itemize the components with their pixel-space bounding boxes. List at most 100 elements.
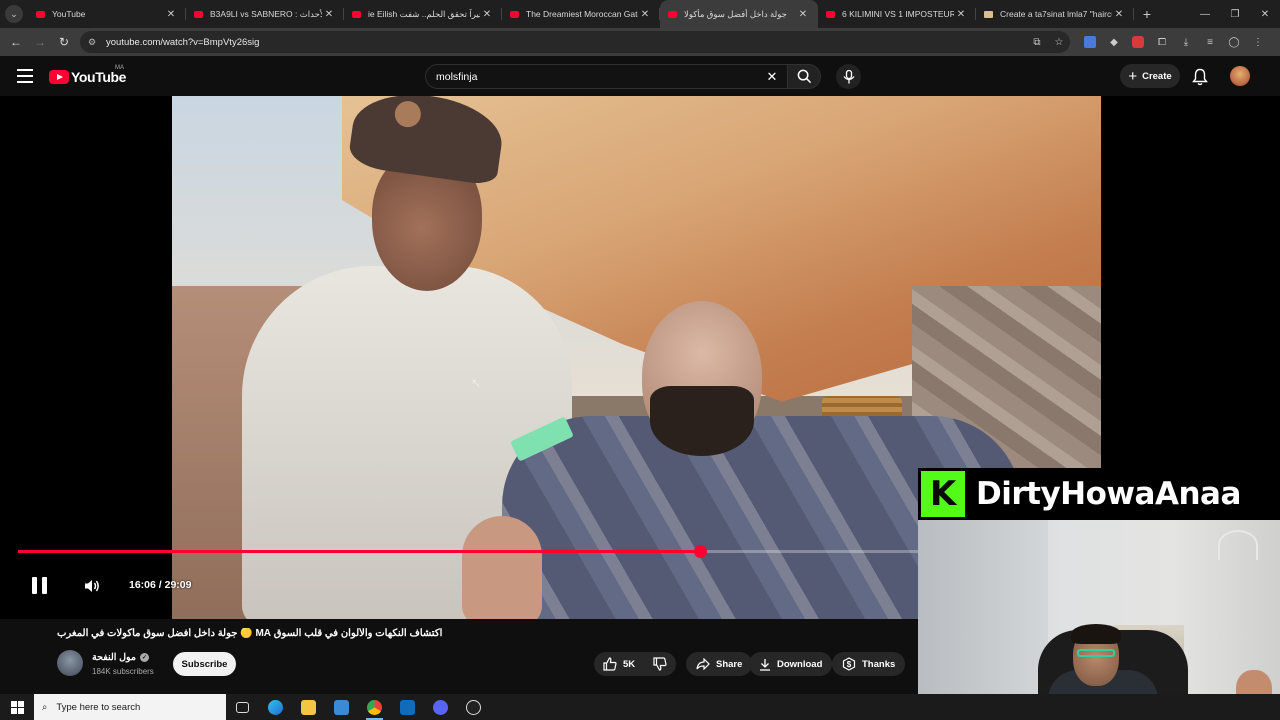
download-button[interactable]: Download [749, 652, 833, 676]
task-view-icon[interactable] [226, 694, 259, 720]
outlook-icon[interactable] [391, 694, 424, 720]
browser-tab[interactable]: 6 KILIMINI VS 1 IMPOSTEUR - Y✕ [818, 0, 976, 28]
create-button[interactable]: + Create [1120, 64, 1180, 88]
youtube-logo-text: YouTube [71, 69, 127, 85]
windows-taskbar: ⌕ Type here to search [0, 694, 1280, 720]
search-input[interactable]: molsfinja ✕ [425, 64, 787, 89]
puzzle-extensions-icon[interactable]: ⧠ [1150, 28, 1174, 56]
forward-button[interactable]: → [28, 28, 52, 56]
share-label: Share [716, 658, 743, 670]
bookmark-star-icon[interactable]: ☆ [1048, 37, 1070, 48]
youtube-logo[interactable]: YouTube MA [49, 65, 127, 85]
mouse-cursor-icon: ↖ [471, 376, 482, 390]
svg-text:$: $ [847, 660, 852, 669]
thumbs-up-icon [603, 657, 617, 671]
tab-title: The Dreamiest Moroccan Gate [526, 9, 638, 19]
download-label: Download [777, 658, 823, 670]
browser-tab[interactable]: YouTube ✕ [28, 0, 186, 28]
close-tab-icon[interactable]: ✕ [480, 9, 494, 20]
search-button[interactable] [787, 64, 821, 89]
youtube-header: YouTube MA molsfinja ✕ + Create [0, 56, 1280, 96]
dislike-button[interactable] [644, 652, 676, 676]
tab-list: YouTube✕B3A9LI vs SABNERO : ج للأحداث✕ie… [28, 0, 1134, 28]
install-app-icon[interactable]: ⧉ [1026, 37, 1048, 48]
start-button[interactable] [0, 694, 34, 720]
discord-icon[interactable] [424, 694, 457, 720]
close-tab-icon[interactable]: ✕ [638, 9, 652, 20]
notifications-bell-icon[interactable] [1192, 68, 1212, 86]
channel-avatar[interactable] [57, 650, 83, 676]
address-bar[interactable]: ⚙ youtube.com/watch?v=BmpVty26sig ⧉ ☆ [80, 31, 1070, 53]
close-window-button[interactable]: ✕ [1250, 0, 1280, 28]
close-tab-icon[interactable]: ✕ [954, 9, 968, 20]
tab-title: جولة داخل أفضل سوق مأكولا [684, 8, 787, 19]
close-tab-icon[interactable]: ✕ [322, 9, 336, 20]
taskbar-search-input[interactable]: ⌕ Type here to search [34, 694, 226, 720]
subscribe-button[interactable]: Subscribe [173, 652, 236, 676]
close-tab-icon[interactable]: ✕ [164, 9, 178, 20]
store-icon[interactable] [325, 694, 358, 720]
youtube-favicon-icon [352, 10, 361, 18]
tab-title: YouTube [52, 9, 86, 19]
channel-name-row[interactable]: مول النفحة ✓ [92, 652, 149, 663]
browser-tab-strip: ⌄ YouTube✕B3A9LI vs SABNERO : ج للأحداث✕… [0, 0, 1280, 28]
back-button[interactable]: ← [4, 28, 28, 56]
browser-toolbar: ← → ↻ ⚙ youtube.com/watch?v=BmpVty26sig … [0, 28, 1280, 56]
youtube-favicon-icon [510, 10, 519, 18]
account-avatar[interactable] [1230, 66, 1250, 86]
browser-tab[interactable]: The Dreamiest Moroccan Gate ✕ [502, 0, 660, 28]
plus-icon: + [1128, 67, 1138, 85]
youtube-favicon-icon [668, 10, 677, 18]
youtube-favicon-icon [36, 10, 45, 18]
subscriber-count: 184K subscribers [92, 667, 154, 676]
extension-icons: ◆ ⧠ ⤓ ≡ ◯ ⋮ [1078, 28, 1270, 56]
site-info-icon[interactable]: ⚙ [88, 37, 100, 48]
clear-search-icon[interactable]: ✕ [757, 69, 787, 85]
minimize-button[interactable]: — [1190, 0, 1220, 28]
obs-icon[interactable] [457, 694, 490, 720]
browser-menu-icon[interactable]: ⋮ [1246, 28, 1270, 56]
reload-button[interactable]: ↻ [52, 28, 76, 56]
share-arrow-icon [696, 658, 710, 670]
browser-tab[interactable]: B3A9LI vs SABNERO : ج للأحداث✕ [186, 0, 344, 28]
microphone-icon [843, 69, 854, 83]
red-extension-icon[interactable] [1126, 28, 1150, 56]
youtube-play-icon [49, 70, 69, 84]
file-explorer-icon[interactable] [292, 694, 325, 720]
translate-extension-icon[interactable] [1078, 28, 1102, 56]
profile-icon[interactable]: ◯ [1222, 28, 1246, 56]
channel-name[interactable]: مول النفحة [92, 652, 136, 663]
downloads-icon[interactable]: ⤓ [1174, 28, 1198, 56]
thanks-label: Thanks [862, 658, 896, 670]
browser-tab[interactable]: ie Eilish أخيراً تحقق الحلم.. شفت ✕ [344, 0, 502, 28]
restore-button[interactable]: ❐ [1220, 0, 1250, 28]
edge-icon[interactable] [259, 694, 292, 720]
close-tab-icon[interactable]: ✕ [1112, 9, 1126, 20]
search-icon [797, 69, 811, 84]
share-button[interactable]: Share [686, 652, 753, 676]
taskbar-search-placeholder: Type here to search [56, 701, 141, 713]
pause-button[interactable] [32, 577, 50, 595]
hamburger-menu-icon[interactable] [17, 69, 33, 83]
like-dislike-group: 5K [594, 652, 676, 676]
voice-search-button[interactable] [836, 64, 861, 89]
browser-tab[interactable]: Create a ta7sinat lmla7 "haircu ✕ [976, 0, 1134, 28]
tab-search-button[interactable]: ⌄ [0, 0, 28, 28]
progress-fill [18, 550, 701, 553]
like-button[interactable]: 5K [594, 652, 644, 676]
browser-tab[interactable]: جولة داخل أفضل سوق مأكولا ✕ [660, 0, 818, 28]
tab-title: ie Eilish أخيراً تحقق الحلم.. شفت [368, 8, 480, 19]
new-tab-button[interactable]: + [1134, 6, 1160, 22]
progress-bar[interactable] [18, 545, 918, 558]
close-tab-icon[interactable]: ✕ [796, 9, 810, 20]
youtube-favicon-icon [826, 10, 835, 18]
thanks-button[interactable]: $ Thanks [832, 652, 906, 676]
chrome-icon[interactable] [358, 694, 391, 720]
like-count: 5K [623, 658, 636, 670]
search-query-text: molsfinja [436, 70, 478, 83]
tab-title: B3A9LI vs SABNERO : ج للأحداث [210, 8, 322, 19]
diamond-extension-icon[interactable]: ◆ [1102, 28, 1126, 56]
media-control-icon[interactable]: ≡ [1198, 28, 1222, 56]
webcam-overlay [918, 520, 1280, 695]
volume-button[interactable] [83, 577, 101, 595]
